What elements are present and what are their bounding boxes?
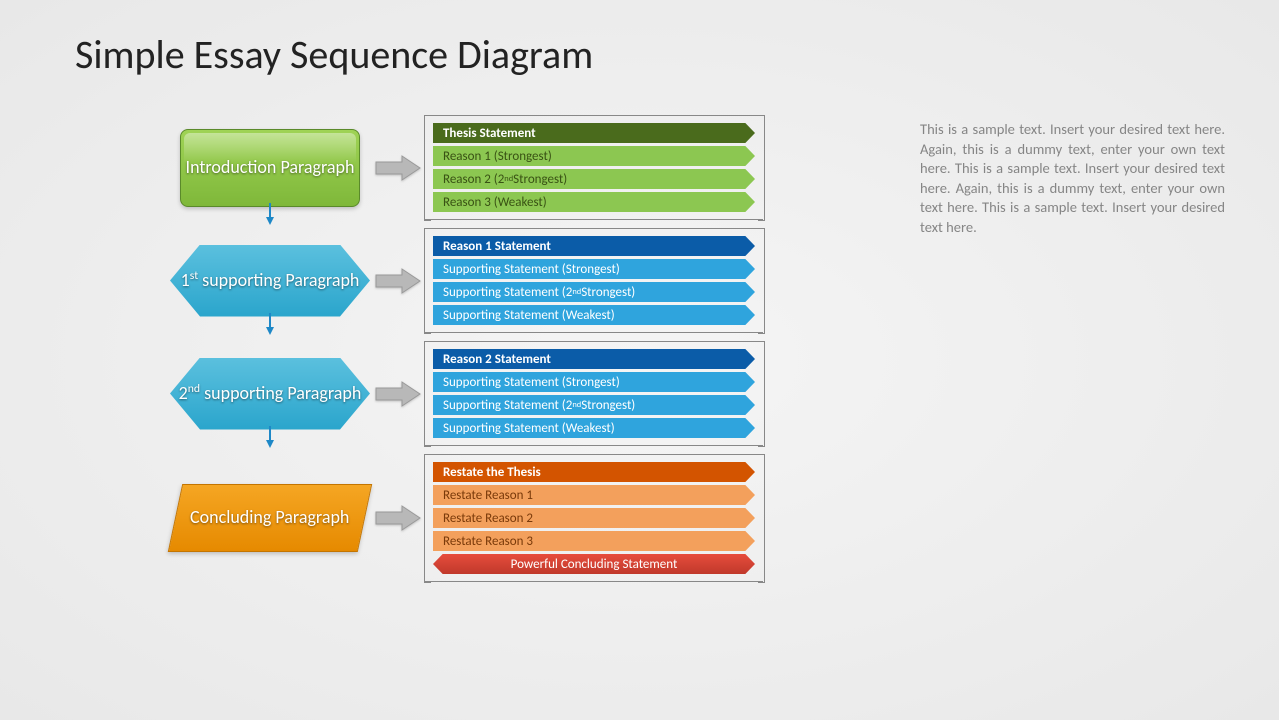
panel-sup1-item: Supporting Statement (Weakest)	[433, 305, 755, 325]
arrow-right-icon	[370, 503, 425, 533]
connector-down-icon	[265, 313, 275, 335]
panel-concl-item: Restate Reason 1	[433, 485, 755, 505]
panel-intro: Thesis Statement Reason 1 (Strongest) Re…	[425, 115, 763, 220]
panel-sup1-item: Supporting Statement (2nd Strongest)	[433, 282, 755, 302]
panel-intro-head: Thesis Statement	[433, 123, 755, 143]
panel-concl-item: Restate Reason 3	[433, 531, 755, 551]
panel-sup2-item: Supporting Statement (Weakest)	[433, 418, 755, 438]
row-sup1: 1st supporting Paragraph Reason 1 Statem…	[170, 228, 870, 333]
page-title: Simple Essay Sequence Diagram	[75, 30, 593, 79]
panel-sup2-head: Reason 2 Statement	[433, 349, 755, 369]
connector-down-icon	[265, 203, 275, 225]
shape-intro-label: Introduction Paragraph	[186, 157, 355, 179]
arrow-right-icon	[370, 153, 425, 183]
panel-sup1-item: Supporting Statement (Strongest)	[433, 259, 755, 279]
arrow-right-icon	[370, 379, 425, 409]
row-intro: Introduction Paragraph Thesis Statement …	[170, 115, 870, 220]
panel-concl-head: Restate the Thesis	[433, 462, 755, 482]
arrow-right-icon	[370, 266, 425, 296]
panel-sup1-head: Reason 1 Statement	[433, 236, 755, 256]
side-text: This is a sample text. Insert your desir…	[920, 120, 1225, 237]
connector-down-icon	[265, 426, 275, 448]
panel-concl-item: Restate Reason 2	[433, 508, 755, 528]
panel-sup2-item: Supporting Statement (2nd Strongest)	[433, 395, 755, 415]
panel-sup2: Reason 2 Statement Supporting Statement …	[425, 341, 763, 446]
panel-intro-item: Reason 3 (Weakest)	[433, 192, 755, 212]
panel-sup2-item: Supporting Statement (Strongest)	[433, 372, 755, 392]
shape-sup2: 2nd supporting Paragraph	[170, 358, 370, 430]
panel-concl-final: Powerful Concluding Statement	[433, 554, 755, 574]
shape-concl: Concluding Paragraph	[168, 484, 372, 552]
panel-intro-item: Reason 2 (2nd Strongest)	[433, 169, 755, 189]
shape-intro: Introduction Paragraph	[180, 129, 360, 207]
panel-intro-item: Reason 1 (Strongest)	[433, 146, 755, 166]
panel-sup1: Reason 1 Statement Supporting Statement …	[425, 228, 763, 333]
panel-concl: Restate the Thesis Restate Reason 1 Rest…	[425, 454, 763, 582]
shape-sup1-label: 1st supporting Paragraph	[181, 269, 360, 292]
diagram: Introduction Paragraph Thesis Statement …	[170, 115, 870, 590]
row-sup2: 2nd supporting Paragraph Reason 2 Statem…	[170, 341, 870, 446]
row-concl: Concluding Paragraph Restate the Thesis …	[170, 454, 870, 582]
shape-sup2-label: 2nd supporting Paragraph	[179, 382, 362, 405]
shape-concl-label: Concluding Paragraph	[190, 507, 349, 529]
shape-sup1: 1st supporting Paragraph	[170, 245, 370, 317]
